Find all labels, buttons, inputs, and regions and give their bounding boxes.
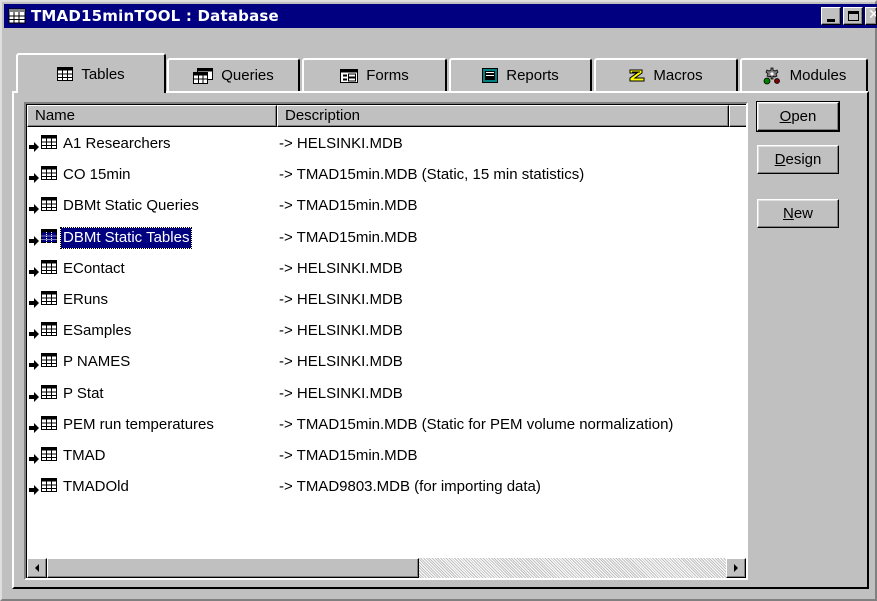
tab-label: Forms bbox=[366, 67, 409, 84]
tab-label: Macros bbox=[653, 67, 703, 84]
link-arrow-icon bbox=[29, 201, 39, 218]
open-button-accel: O bbox=[779, 108, 792, 125]
close-button[interactable] bbox=[865, 7, 877, 25]
tab-label: Modules bbox=[789, 67, 847, 84]
module-icon bbox=[762, 67, 782, 85]
link-arrow-icon bbox=[29, 482, 39, 499]
table-name[interactable]: TMADOld bbox=[61, 477, 131, 497]
table-icon bbox=[41, 415, 57, 434]
link-arrow-icon bbox=[29, 357, 39, 374]
link-arrow-icon bbox=[29, 389, 39, 406]
table-description: -> TMAD9803.MDB (for importing data) bbox=[279, 478, 541, 496]
table-icon bbox=[41, 259, 57, 278]
link-arrow-icon bbox=[29, 264, 39, 281]
maximize-button[interactable] bbox=[843, 7, 863, 25]
macro-icon bbox=[629, 68, 645, 83]
link-arrow-icon bbox=[29, 451, 39, 468]
column-header-filler bbox=[729, 105, 746, 127]
table-description: -> TMAD15min.MDB bbox=[279, 446, 418, 464]
table-name[interactable]: ESamples bbox=[61, 321, 133, 341]
table-icon bbox=[41, 322, 57, 340]
open-button-label: pen bbox=[791, 108, 817, 125]
table-name[interactable]: P Stat bbox=[61, 384, 106, 404]
table-icon bbox=[41, 228, 57, 247]
title-bar[interactable]: TMAD15minTOOL : Database bbox=[4, 4, 877, 28]
horizontal-scrollbar[interactable] bbox=[27, 558, 746, 578]
table-icon bbox=[41, 166, 57, 184]
table-description: -> TMAD15min.MDB bbox=[279, 197, 418, 215]
table-name[interactable]: DBMt Static Queries bbox=[61, 196, 201, 216]
design-button-label: esign bbox=[785, 151, 822, 168]
table-icon bbox=[41, 290, 57, 309]
form-icon bbox=[340, 68, 359, 83]
tab-label: Queries bbox=[221, 67, 274, 84]
scroll-thumb[interactable] bbox=[47, 558, 419, 578]
table-description: -> HELSINKI.MDB bbox=[279, 135, 403, 152]
link-arrow-icon bbox=[29, 139, 39, 156]
table-icon bbox=[41, 384, 57, 403]
new-button[interactable]: New bbox=[757, 199, 839, 228]
tab-modules[interactable]: Modules bbox=[740, 58, 868, 91]
table-icon bbox=[41, 197, 57, 215]
list-header: Name Description bbox=[27, 105, 746, 127]
table-icon bbox=[41, 478, 57, 496]
table-description: -> HELSINKI.MDB bbox=[279, 384, 403, 402]
table-name[interactable]: P NAMES bbox=[61, 352, 132, 372]
table-icon bbox=[41, 446, 57, 465]
table-name[interactable]: ERuns bbox=[61, 290, 110, 310]
tab-tables[interactable]: Tables bbox=[16, 53, 166, 93]
scroll-right-button[interactable] bbox=[726, 558, 746, 578]
window-title: TMAD15minTOOL : Database bbox=[31, 7, 279, 25]
table-name[interactable]: TMAD bbox=[61, 446, 108, 466]
tab-queries[interactable]: Queries bbox=[167, 58, 300, 91]
column-header-description[interactable]: Description bbox=[277, 105, 729, 127]
tab-label: Tables bbox=[81, 65, 125, 83]
table-description: -> HELSINKI.MDB bbox=[279, 290, 403, 308]
link-arrow-icon bbox=[29, 233, 39, 250]
table-name[interactable]: DBMt Static Tables bbox=[59, 226, 193, 249]
tab-label: Reports bbox=[506, 67, 559, 84]
link-arrow-icon bbox=[29, 420, 39, 437]
report-icon bbox=[482, 68, 499, 83]
object-tabs: Tables Queries Forms Reports Macros Modu… bbox=[12, 53, 872, 93]
design-button[interactable]: Design bbox=[757, 145, 839, 174]
table-description: -> HELSINKI.MDB bbox=[279, 259, 403, 277]
table-description: -> TMAD15min.MDB (Static, 15 min statist… bbox=[279, 166, 585, 184]
object-list[interactable]: Name Description A1 Researchers -> HELSIN… bbox=[24, 102, 748, 580]
link-arrow-icon bbox=[29, 326, 39, 343]
table-description: -> HELSINKI.MDB bbox=[279, 353, 403, 371]
column-header-name[interactable]: Name bbox=[27, 105, 277, 127]
table-name[interactable]: PEM run temperatures bbox=[61, 415, 216, 435]
tab-macros[interactable]: Macros bbox=[594, 58, 738, 91]
table-description: -> TMAD15min.MDB (Static for PEM volume … bbox=[279, 415, 674, 433]
scroll-left-button[interactable] bbox=[27, 558, 47, 578]
tab-reports[interactable]: Reports bbox=[449, 58, 592, 91]
table-name[interactable]: EContact bbox=[61, 259, 127, 279]
new-button-accel: N bbox=[782, 205, 794, 222]
table-icon bbox=[41, 135, 57, 153]
table-name[interactable]: CO 15min bbox=[61, 165, 133, 185]
query-icon bbox=[193, 67, 214, 84]
table-icon bbox=[41, 353, 57, 371]
arrow-left-icon bbox=[35, 564, 39, 572]
arrow-right-icon bbox=[734, 564, 738, 572]
link-arrow-icon bbox=[29, 170, 39, 187]
open-button[interactable]: Open bbox=[756, 101, 840, 132]
table-name[interactable]: A1 Researchers bbox=[61, 134, 173, 154]
tab-forms[interactable]: Forms bbox=[302, 58, 447, 91]
design-button-accel: D bbox=[774, 151, 786, 168]
new-button-label: ew bbox=[793, 205, 814, 222]
table-icon bbox=[57, 67, 74, 81]
table-description: -> HELSINKI.MDB bbox=[279, 322, 403, 340]
link-arrow-icon bbox=[29, 295, 39, 312]
table-description: -> TMAD15min.MDB bbox=[279, 228, 418, 246]
database-window-icon bbox=[8, 8, 26, 24]
minimize-button[interactable] bbox=[821, 7, 841, 25]
